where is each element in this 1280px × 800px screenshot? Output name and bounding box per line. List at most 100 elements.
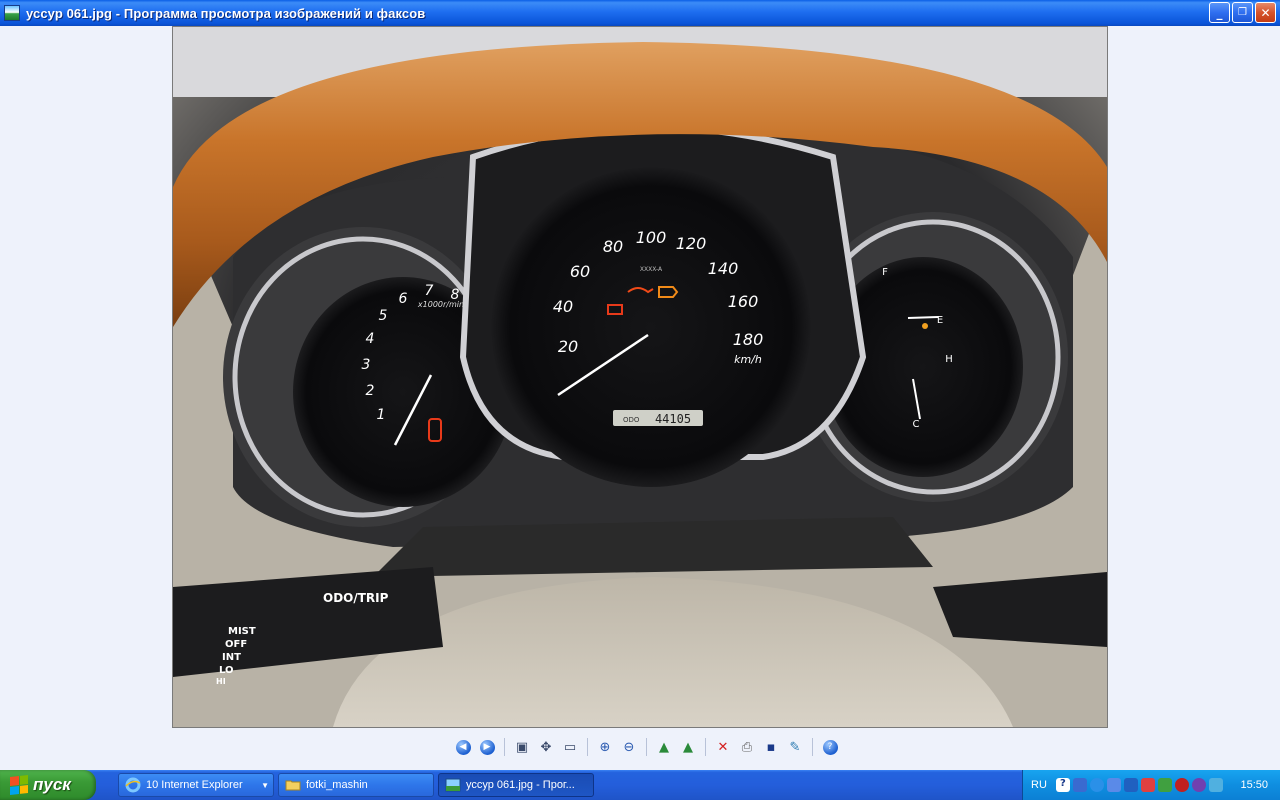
- toolbar-separator: [587, 738, 588, 756]
- fuel-needle: [907, 316, 939, 319]
- stalk-mode-off: OFF: [225, 639, 247, 650]
- next-image-button[interactable]: ▶: [477, 737, 497, 757]
- taskbar-item-folder[interactable]: fotki_mashin: [278, 773, 434, 797]
- prev-image-icon: ◀: [455, 739, 471, 755]
- odometer-label: ODO: [623, 416, 640, 424]
- tach-label-7: 7: [425, 283, 434, 299]
- viewer-toolbar: ◀ ▶ ▣ ✥ ▭ ⊕ ⊖ ▲ ▲ ✕ ⎙ ▪ ✎ ?: [453, 737, 840, 757]
- zoom-in-button[interactable]: ⊕: [595, 737, 615, 757]
- edit-button[interactable]: ✎: [785, 737, 805, 757]
- zoom-out-icon: ⊖: [623, 739, 635, 755]
- internet-explorer-icon: [125, 777, 141, 793]
- taskbar-item-label: fotki_mashin: [306, 779, 368, 791]
- tach-label-3: 3: [362, 357, 371, 373]
- help-icon: ?: [822, 739, 838, 755]
- speed-label-80: 80: [603, 237, 623, 256]
- delete-icon: ✕: [717, 739, 729, 755]
- zoom-in-icon: ⊕: [599, 739, 611, 755]
- chevron-down-icon: ▼: [261, 780, 269, 790]
- odometer-value: 44105: [655, 412, 691, 426]
- rotate-counterclockwise-button[interactable]: ▲: [678, 737, 698, 757]
- speed-label-60: 60: [570, 262, 590, 281]
- taskbar: пуск 10 Internet Explorer ▼ fotki_mashin…: [0, 770, 1280, 800]
- toolbar-separator: [504, 738, 505, 756]
- bluetooth-icon[interactable]: [1208, 778, 1223, 792]
- network-icon[interactable]: [1072, 778, 1087, 792]
- temp-cold-label: C: [913, 419, 920, 430]
- close-icon: ✕: [1260, 5, 1271, 20]
- tach-label-1: 1: [377, 407, 386, 423]
- taskbar-item-internet-explorer[interactable]: 10 Internet Explorer ▼: [118, 773, 274, 797]
- speed-label-180: 180: [733, 330, 764, 349]
- stalk-mode-mist: MIST: [228, 626, 256, 637]
- monitor-icon[interactable]: [1106, 778, 1121, 792]
- next-image-icon: ▶: [479, 739, 495, 755]
- messenger-icon[interactable]: [1191, 778, 1206, 792]
- previous-image-button[interactable]: ◀: [453, 737, 473, 757]
- help-icon[interactable]: ?: [1055, 778, 1070, 792]
- speed-label-20: 20: [558, 337, 578, 356]
- speaker-icon[interactable]: [1123, 778, 1138, 792]
- slideshow-button[interactable]: ▭: [560, 737, 580, 757]
- tach-unit: x1000r/min: [417, 300, 464, 309]
- help-button[interactable]: ?: [820, 737, 840, 757]
- stalk-mode-hi: HI: [216, 677, 226, 686]
- fuel-full-label: F: [882, 267, 888, 278]
- rotate-clockwise-button[interactable]: ▲: [654, 737, 674, 757]
- title-bar[interactable]: уссур 061.jpg - Программа просмотра изоб…: [0, 0, 1280, 26]
- rotate-clockwise-icon: ▲: [659, 739, 669, 755]
- actual-size-icon: ✥: [540, 739, 552, 755]
- print-icon: ⎙: [741, 739, 753, 755]
- speed-label-120: 120: [676, 234, 707, 253]
- actual-size-button[interactable]: ✥: [536, 737, 556, 757]
- tach-label-6: 6: [399, 291, 408, 307]
- taskbar-item-label: уссур 061.jpg - Прог...: [466, 779, 575, 791]
- speed-label-160: 160: [728, 292, 759, 311]
- opera-icon[interactable]: [1174, 778, 1189, 792]
- update-icon[interactable]: [1157, 778, 1172, 792]
- tach-label-4: 4: [366, 331, 375, 347]
- fuel-warning-icon: [922, 323, 928, 329]
- window-controls: _ ❐ ✕: [1209, 2, 1276, 23]
- speed-unit: km/h: [734, 353, 762, 366]
- tach-label-2: 2: [366, 383, 375, 399]
- best-fit-icon: ▣: [515, 739, 529, 755]
- show-hidden-icons-icon[interactable]: [1089, 778, 1104, 792]
- save-button[interactable]: ▪: [761, 737, 781, 757]
- stalk-mode-lo: LO: [219, 665, 234, 676]
- edit-icon: ✎: [789, 739, 801, 755]
- save-icon: ▪: [766, 739, 776, 755]
- close-button[interactable]: ✕: [1255, 2, 1276, 23]
- image-viewer-icon: [445, 778, 461, 792]
- toolbar-separator: [705, 738, 706, 756]
- delete-button[interactable]: ✕: [713, 737, 733, 757]
- taskbar-item-label: 10 Internet Explorer: [146, 779, 243, 791]
- rotate-counterclockwise-icon: ▲: [683, 739, 693, 755]
- speed-label-40: 40: [553, 297, 573, 316]
- system-tray: RU ? 15:50: [1022, 770, 1280, 800]
- displayed-image[interactable]: 20 40 60 80 100 120 140 160 180 km/h XXX…: [172, 26, 1108, 728]
- image-viewer-icon: [4, 5, 20, 21]
- tach-label-5: 5: [379, 308, 388, 324]
- slideshow-icon: ▭: [563, 739, 577, 755]
- cluster-small-text: XXXX-A: [640, 266, 663, 273]
- restore-icon: ❐: [1238, 7, 1247, 18]
- restore-button[interactable]: ❐: [1232, 2, 1253, 23]
- folder-icon: [285, 780, 301, 791]
- toolbar-separator: [812, 738, 813, 756]
- minimize-button[interactable]: _: [1209, 2, 1230, 23]
- zoom-out-button[interactable]: ⊖: [619, 737, 639, 757]
- best-fit-button[interactable]: ▣: [512, 737, 532, 757]
- taskbar-item-image-viewer[interactable]: уссур 061.jpg - Прог...: [438, 773, 594, 797]
- windows-logo-icon: [10, 775, 28, 795]
- window-title: уссур 061.jpg - Программа просмотра изоб…: [26, 5, 426, 21]
- language-indicator[interactable]: RU: [1031, 779, 1047, 791]
- print-button[interactable]: ⎙: [737, 737, 757, 757]
- temp-hot-label: H: [945, 354, 953, 365]
- speed-label-140: 140: [708, 259, 739, 278]
- start-button[interactable]: пуск: [0, 770, 96, 800]
- dashboard-photo: 20 40 60 80 100 120 140 160 180 km/h XXX…: [173, 27, 1107, 727]
- stalk-odo-trip-label: ODO/TRIP: [323, 591, 389, 605]
- clock[interactable]: 15:50: [1240, 779, 1268, 791]
- antivirus-icon[interactable]: [1140, 778, 1155, 792]
